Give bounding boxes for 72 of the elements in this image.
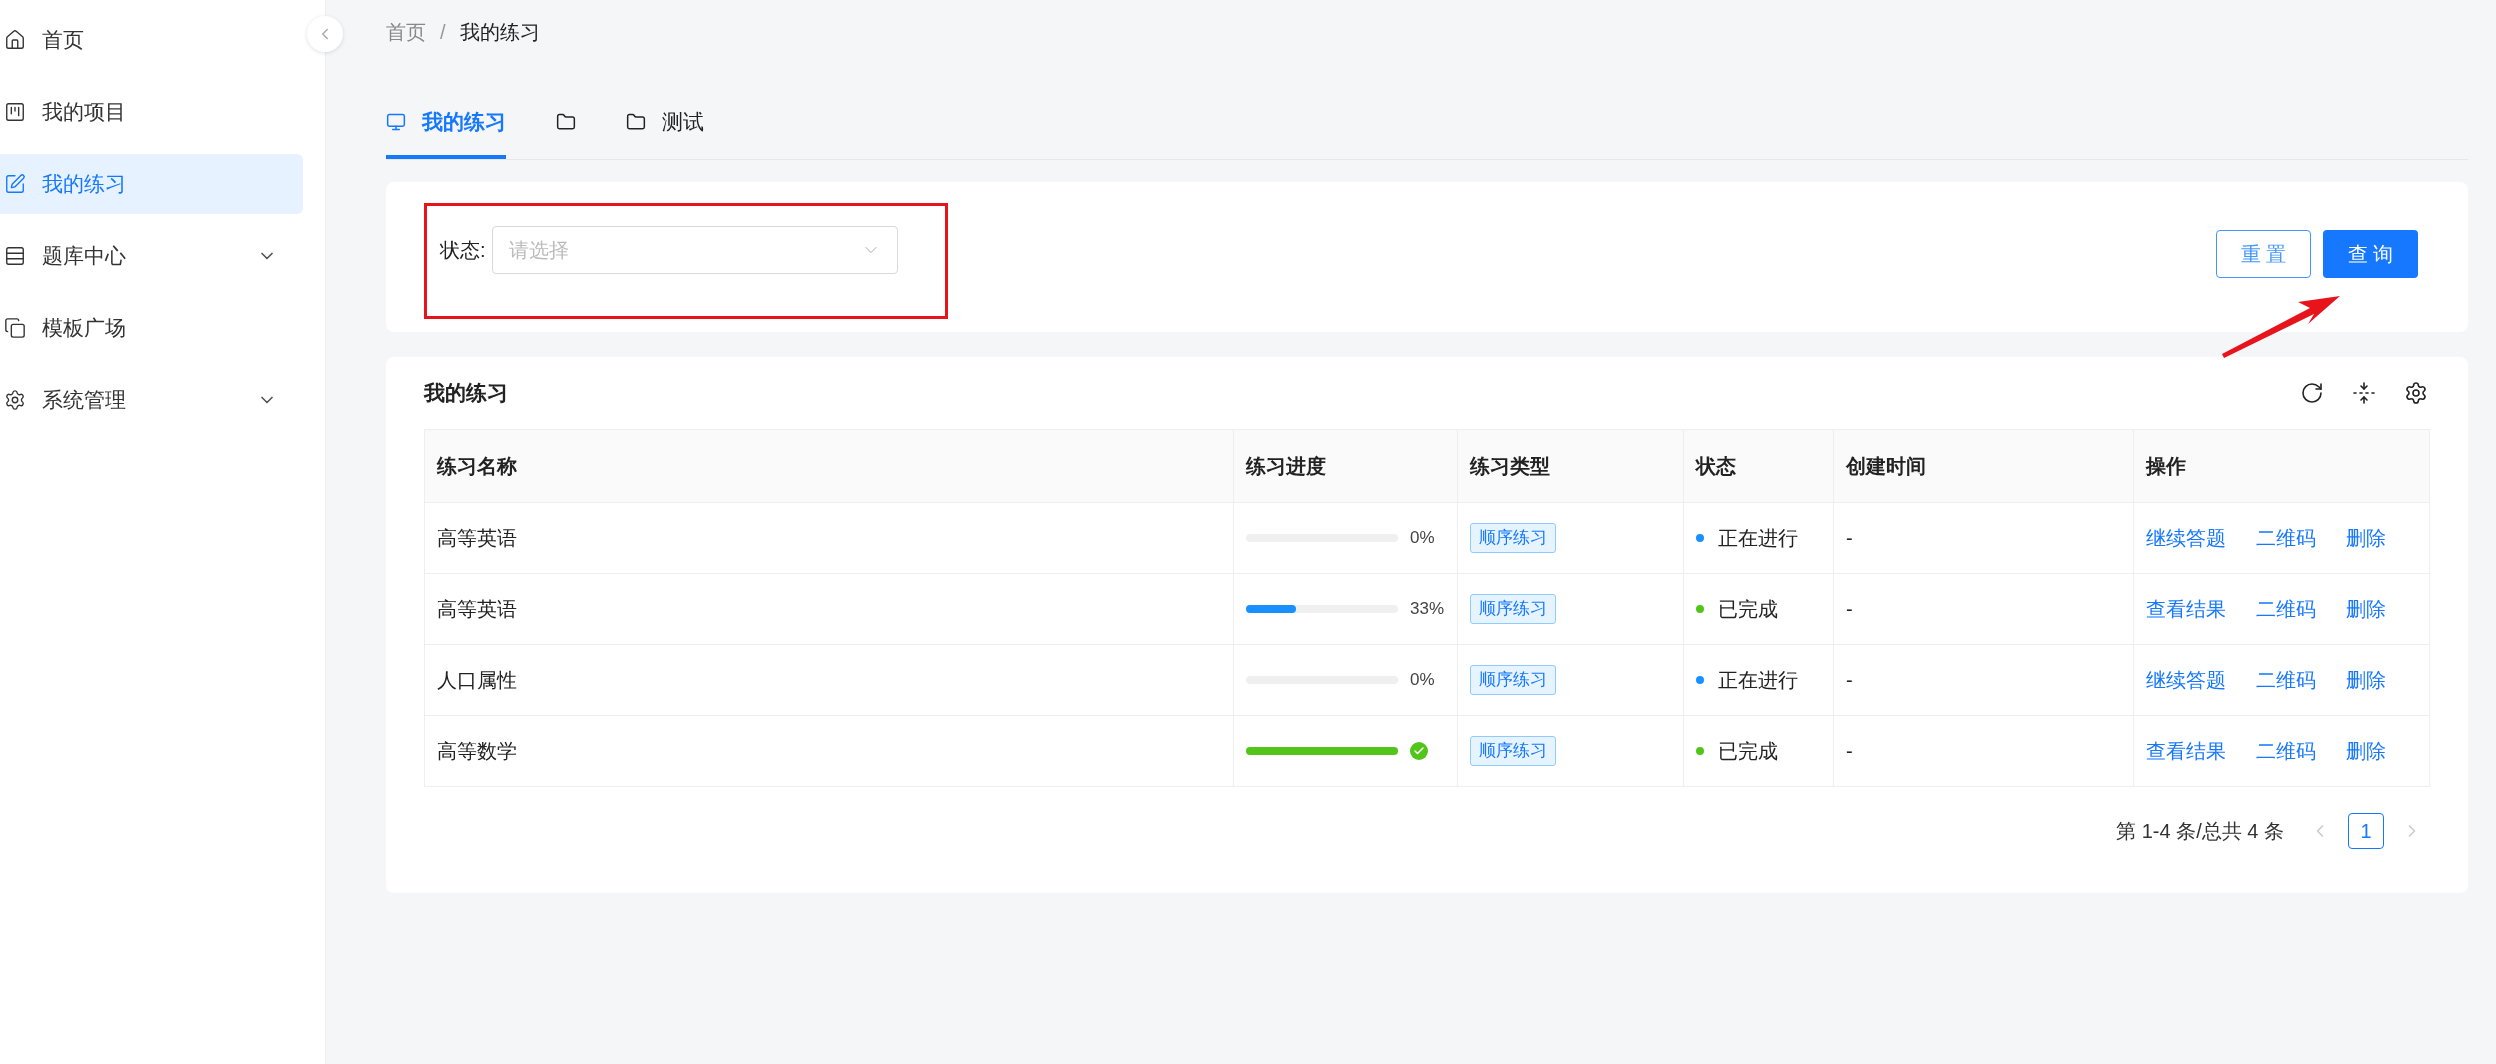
- tab[interactable]: 我的练习: [386, 101, 506, 159]
- menu-label: 题库中心: [42, 243, 127, 270]
- edit-icon: [4, 173, 26, 195]
- progress-reading: 0%: [1410, 527, 1435, 550]
- menu-item[interactable]: 模板广场: [0, 298, 303, 358]
- type-tag: 顺序练习: [1470, 736, 1556, 766]
- query-button[interactable]: 查 询: [2323, 230, 2418, 278]
- menu-item[interactable]: 首页: [0, 10, 303, 70]
- type-tag: 顺序练习: [1470, 523, 1556, 553]
- type-tag: 顺序练习: [1470, 594, 1556, 624]
- menu-label: 我的练习: [42, 171, 127, 198]
- action-link[interactable]: 二维码: [2256, 594, 2316, 624]
- folder-icon: [626, 112, 646, 132]
- board-icon: [4, 101, 26, 123]
- pagination-summary: 第 1-4 条/总共 4 条: [2116, 819, 2284, 844]
- status-label: 正在进行: [1718, 668, 1798, 693]
- folder-icon: [556, 112, 576, 132]
- page-button[interactable]: 1: [2348, 813, 2384, 849]
- menu-item[interactable]: 我的项目: [0, 82, 303, 142]
- table-title: 我的练习: [424, 380, 508, 407]
- field-label: 状态:: [440, 238, 486, 263]
- menu-label: 系统管理: [42, 387, 127, 414]
- settings-icon[interactable]: [2404, 381, 2428, 405]
- column-header: 练习类型: [1457, 430, 1683, 502]
- table-cell-text: 高等数学: [436, 739, 518, 764]
- column-header: 操作: [2133, 430, 2429, 502]
- menu-label: 我的项目: [42, 99, 127, 126]
- settings-icon: [4, 389, 26, 411]
- action-link[interactable]: 删除: [2346, 523, 2386, 553]
- column-header: 练习进度: [1233, 430, 1457, 502]
- menu-item[interactable]: 系统管理: [0, 370, 303, 430]
- reset-button[interactable]: 重 置: [2216, 230, 2311, 278]
- table-cell: -: [1833, 716, 2133, 786]
- action-link[interactable]: 删除: [2346, 736, 2386, 766]
- home-icon: [4, 29, 26, 51]
- column-header: 练习名称: [435, 454, 518, 479]
- menu-item[interactable]: 我的练习: [0, 154, 303, 214]
- table-cell: -: [1833, 645, 2133, 715]
- status-label: 正在进行: [1718, 526, 1798, 551]
- row-height-icon[interactable]: [2352, 381, 2376, 405]
- progress-reading: 33%: [1410, 598, 1445, 621]
- tab[interactable]: 测试: [626, 101, 704, 159]
- action-link[interactable]: 二维码: [2256, 736, 2316, 766]
- progress-reading: 0%: [1410, 669, 1435, 692]
- status-label: 已完成: [1718, 597, 1778, 622]
- action-link[interactable]: 二维码: [2256, 523, 2316, 553]
- action-link[interactable]: 查看结果: [2146, 594, 2226, 624]
- copy-icon: [4, 317, 26, 339]
- table-cell-text: 人口属性: [436, 668, 518, 693]
- table-cell-text: 高等英语: [436, 526, 518, 551]
- column-header: 状态: [1683, 430, 1833, 502]
- table-cell: -: [1833, 574, 2133, 644]
- table-cell-text: 高等英语: [436, 597, 518, 622]
- column-header: 创建时间: [1833, 430, 2133, 502]
- action-link[interactable]: 二维码: [2256, 665, 2316, 695]
- type-tag: 顺序练习: [1470, 665, 1556, 695]
- action-link[interactable]: 删除: [2346, 594, 2386, 624]
- list-icon: [4, 245, 26, 267]
- menu-item[interactable]: 题库中心: [0, 226, 303, 286]
- breadcrumb-separator: /: [440, 20, 446, 45]
- menu-label: 模板广场: [42, 315, 127, 342]
- action-link[interactable]: 删除: [2346, 665, 2386, 695]
- menu-label: 首页: [42, 27, 85, 54]
- monitor-icon: [386, 112, 406, 132]
- status-label: 已完成: [1718, 739, 1778, 764]
- breadcrumb-item: 我的练习: [459, 20, 540, 45]
- action-link[interactable]: 查看结果: [2146, 736, 2226, 766]
- table-cell: -: [1833, 503, 2133, 573]
- refresh-icon[interactable]: [2300, 381, 2324, 405]
- breadcrumb-item[interactable]: 首页: [386, 17, 426, 47]
- action-link[interactable]: 继续答题: [2146, 665, 2226, 695]
- action-link[interactable]: 继续答题: [2146, 523, 2226, 553]
